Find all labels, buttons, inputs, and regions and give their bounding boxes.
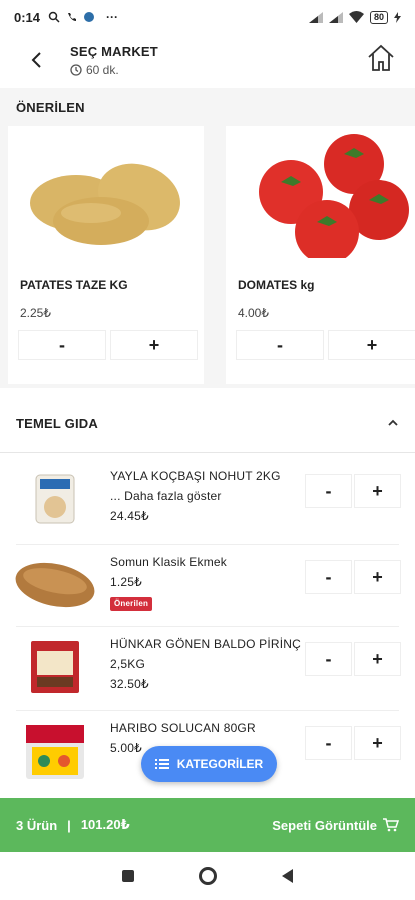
home-nav-icon[interactable] [198, 867, 217, 885]
decrease-button[interactable]: - [305, 474, 352, 508]
product-card[interactable]: DOMATES kg 4.00₺ - + [226, 126, 415, 384]
product-price: 4.00₺ [238, 306, 269, 320]
search-icon [48, 11, 60, 23]
increase-button[interactable]: + [354, 474, 401, 508]
quantity-controls: - + [305, 726, 401, 760]
product-info: YAYLA KOÇBAŞI NOHUT 2KG ... Daha fazla g… [110, 466, 310, 526]
recents-icon[interactable] [122, 870, 135, 882]
status-bar: 0:14 ··· 80 [0, 0, 415, 34]
increase-button[interactable]: + [328, 330, 415, 360]
divider [16, 544, 399, 545]
back-nav-icon[interactable] [281, 869, 293, 883]
increase-button[interactable]: + [354, 560, 401, 594]
product-name: PATATES TAZE KG [20, 278, 128, 292]
decrease-button[interactable]: - [305, 560, 352, 594]
view-cart-button[interactable]: Sepeti Görüntüle [272, 818, 399, 833]
cart-count: 3 Ürün [16, 817, 58, 833]
quantity-controls: - + [18, 330, 198, 360]
delivery-eta: 60 dk. [70, 63, 158, 77]
more-icon: ··· [106, 10, 119, 24]
header: SEÇ MARKET 60 dk. [0, 34, 415, 86]
list-item[interactable]: Somun Klasik Ekmek 1.25₺ Önerilen - + [0, 548, 415, 630]
product-name: YAYLA KOÇBAŞI NOHUT 2KG [110, 469, 281, 483]
recommended-badge: Önerilen [110, 597, 153, 611]
signal-icon [328, 11, 343, 23]
product-thumbnail-haribo [14, 720, 96, 782]
list-item[interactable]: YAYLA KOÇBAŞI NOHUT 2KG ... Daha fazla g… [0, 462, 415, 544]
product-name: HARIBO SOLUCAN 80GR [110, 721, 256, 735]
list-icon [154, 759, 169, 769]
product-price: 2.25₺ [20, 306, 51, 320]
recommended-section: ÖNERİLEN PATATES TAZE KG 2.25₺ - + DOMAT… [0, 88, 415, 388]
back-arrow-icon [31, 52, 41, 68]
chevron-up-icon[interactable] [387, 416, 399, 430]
battery-icon: 80 [369, 10, 388, 24]
product-name: DOMATES kg [238, 278, 315, 292]
divider [0, 452, 415, 453]
product-image-tomato [226, 126, 415, 266]
charging-icon [394, 11, 401, 23]
decrease-button[interactable]: - [236, 330, 324, 360]
back-button[interactable] [14, 38, 58, 82]
signal-icon [308, 11, 323, 23]
recommended-title: ÖNERİLEN [16, 100, 85, 115]
wifi-calling-icon [68, 13, 77, 21]
product-info: HÜNKAR GÖNEN BALDO PİRİNÇ 2,5KG 32.50₺ [110, 634, 310, 694]
decrease-button[interactable]: - [305, 726, 352, 760]
status-icons-left: ··· [48, 10, 118, 24]
product-thumbnail-bread [14, 554, 96, 616]
product-image-potato [8, 126, 204, 266]
product-thumbnail-rice [14, 636, 96, 698]
divider [16, 626, 399, 627]
system-nav-bar [0, 852, 415, 900]
cart-total: 101.20₺ [80, 817, 130, 832]
status-icons-right: 80 [308, 10, 401, 24]
quantity-controls: - + [305, 474, 401, 508]
product-card[interactable]: PATATES TAZE KG 2.25₺ - + [8, 126, 204, 384]
product-info: Somun Klasik Ekmek 1.25₺ Önerilen [110, 552, 310, 612]
quantity-controls: - + [305, 560, 401, 594]
wifi-icon [348, 11, 364, 23]
divider [16, 710, 399, 711]
decrease-button[interactable]: - [18, 330, 106, 360]
list-item[interactable]: HÜNKAR GÖNEN BALDO PİRİNÇ 2,5KG 32.50₺ -… [0, 630, 415, 712]
view-cart-label: Sepeti Görüntüle [272, 817, 377, 833]
status-time: 0:14 [14, 9, 41, 25]
increase-button[interactable]: + [354, 642, 401, 676]
decrease-button[interactable]: - [305, 642, 352, 676]
product-name: Somun Klasik Ekmek [110, 555, 227, 569]
cart-bar[interactable]: 3 Ürün | 101.20₺ Sepeti Görüntüle [0, 798, 415, 852]
category-title: TEMEL GIDA [16, 415, 98, 431]
store-title-block: SEÇ MARKET 60 dk. [70, 44, 158, 77]
clock-icon [70, 63, 82, 76]
product-thumbnail-chickpea [14, 468, 96, 530]
quantity-controls: - + [236, 330, 415, 360]
product-name: HÜNKAR GÖNEN BALDO PİRİNÇ [110, 637, 302, 651]
product-price: 32.50₺ [110, 677, 149, 691]
product-price: 1.25₺ [110, 575, 142, 589]
categories-button[interactable]: KATEGORİLER [141, 746, 277, 782]
category-header[interactable]: TEMEL GIDA [0, 408, 415, 438]
cart-separator: | [67, 817, 71, 833]
eta-text: 60 dk. [86, 62, 119, 77]
app-icon [84, 12, 95, 22]
categories-label: KATEGORİLER [176, 757, 264, 771]
show-more-link[interactable]: ... Daha fazla göster [110, 486, 310, 506]
quantity-controls: - + [305, 642, 401, 676]
cart-icon [383, 818, 399, 832]
product-detail: 2,5KG [110, 657, 146, 671]
increase-button[interactable]: + [354, 726, 401, 760]
store-name: SEÇ MARKET [70, 43, 158, 59]
product-price: 24.45₺ [110, 509, 149, 523]
increase-button[interactable]: + [110, 330, 198, 360]
home-button[interactable] [365, 42, 397, 74]
home-icon [368, 44, 394, 71]
